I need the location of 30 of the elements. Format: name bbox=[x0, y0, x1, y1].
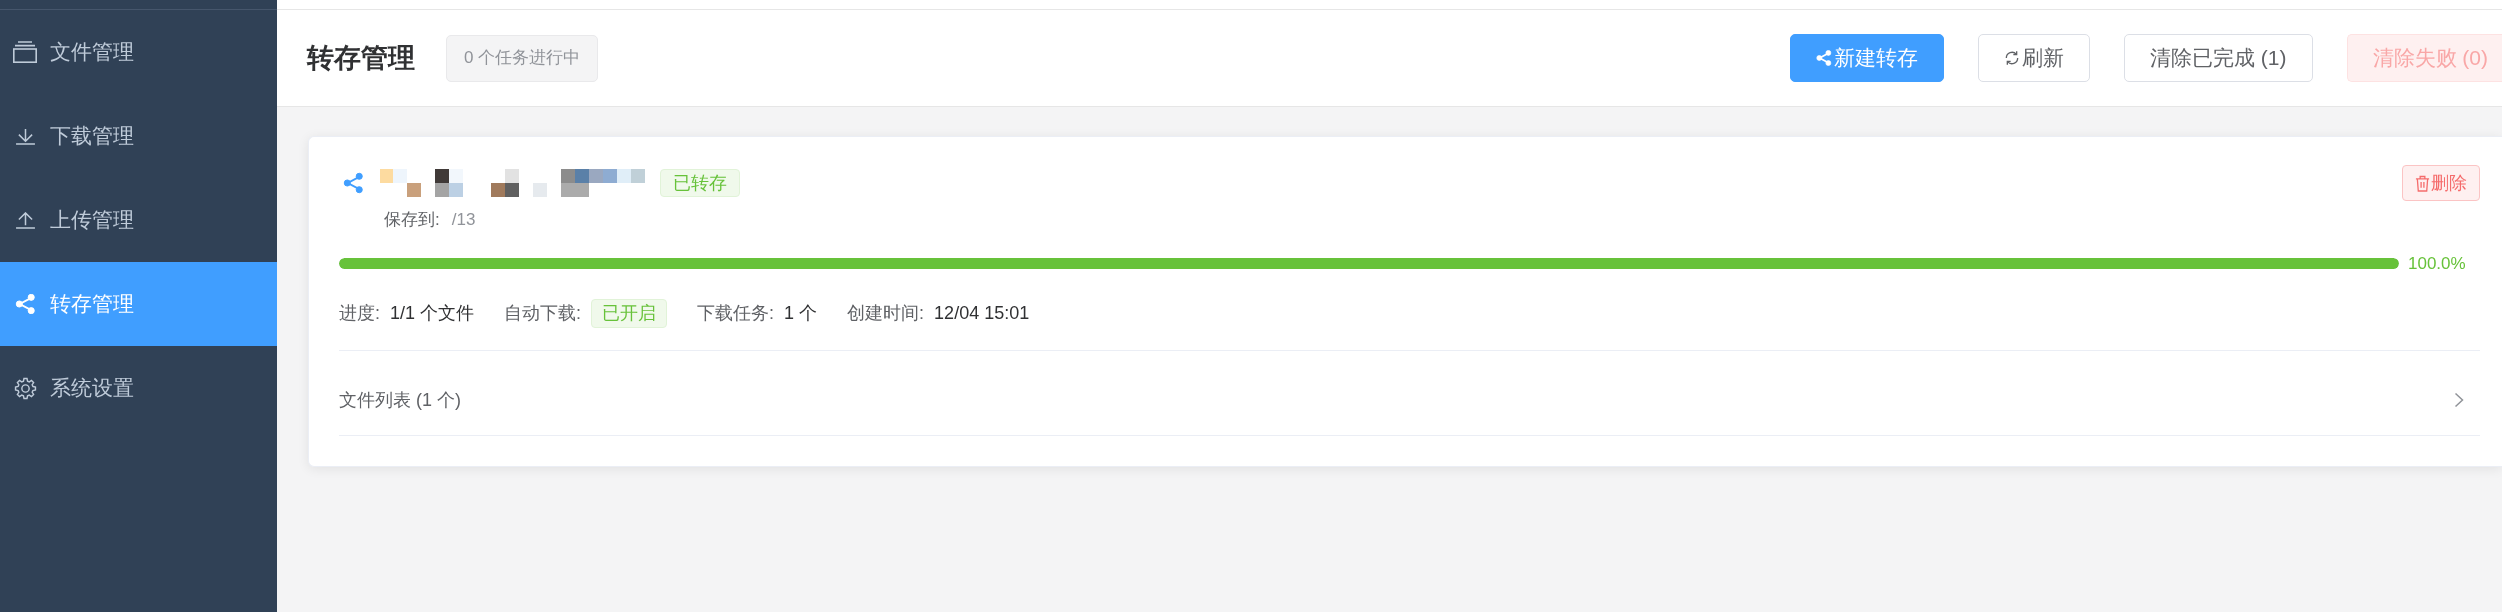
settings-icon bbox=[13, 376, 37, 400]
tray-stack-icon bbox=[13, 41, 37, 63]
meta-label: 创建时间: bbox=[847, 301, 925, 325]
save-path-label: 保存到: bbox=[384, 209, 440, 231]
share-icon bbox=[343, 172, 364, 194]
refresh-icon bbox=[2004, 50, 2020, 66]
sidebar-item[interactable]: 下载管理 bbox=[0, 94, 277, 178]
sidebar-item[interactable]: 上传管理 bbox=[0, 178, 277, 262]
meta-value: 1/1 个文件 bbox=[390, 301, 475, 325]
file-list-header[interactable]: 文件列表 (1 个) bbox=[339, 365, 2480, 436]
meta-value: 1 个 bbox=[784, 301, 818, 325]
meta-label: 自动下载: bbox=[504, 301, 582, 325]
share-icon bbox=[1816, 50, 1832, 66]
sidebar-item[interactable]: 系统设置 bbox=[0, 346, 277, 430]
task-count-tag: 0 个任务进行中 bbox=[446, 34, 599, 82]
clear-completed-button[interactable]: 清除已完成 (1) bbox=[2124, 34, 2313, 82]
status-tag: 已转存 bbox=[660, 169, 740, 197]
page-title: 转存管理 bbox=[307, 41, 415, 75]
trash-icon bbox=[2415, 174, 2430, 192]
refresh-button[interactable]: 刷新 bbox=[1978, 34, 2090, 82]
meta-label: 下载任务: bbox=[697, 301, 775, 325]
sidebar-item[interactable]: 文件管理 bbox=[0, 10, 277, 94]
meta-label: 进度: bbox=[339, 301, 380, 325]
upload-icon bbox=[14, 211, 36, 229]
meta-value: 12/04 15:01 bbox=[934, 301, 1030, 325]
save-path-text: /13 bbox=[451, 209, 476, 231]
download-icon bbox=[14, 127, 36, 145]
auto-download-tag: 已开启 bbox=[591, 298, 668, 328]
progress-percent: 100.0% bbox=[2408, 253, 2467, 275]
share-icon bbox=[14, 294, 36, 314]
